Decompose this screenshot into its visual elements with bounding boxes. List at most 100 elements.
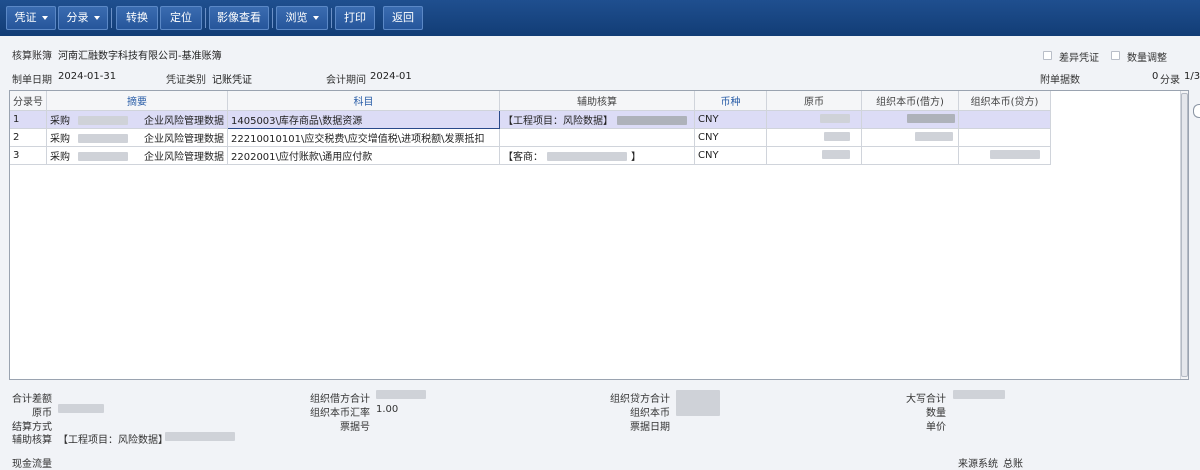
cell-entry-no: 3 [10,146,47,165]
diff-voucher-checkbox[interactable] [1043,51,1052,60]
entry-label: 分录 [66,11,89,24]
voucher-label: 凭证 [14,11,37,24]
toolbar-divider [331,8,332,28]
cell-credit[interactable] [958,146,1051,165]
scrollbar-thumb[interactable] [1181,93,1188,377]
col-header-currency[interactable]: 币种 [694,91,767,111]
cell-credit[interactable] [958,110,1051,129]
redacted-text [617,116,687,125]
cell-subject[interactable]: 22210010101\应交税费\应交增值税\进项税额\发票抵扣 [227,128,500,147]
table-row[interactable]: 1 采购 企业风险管理数据 1405003\库存商品\数据资源 【工程项目：风险数… [10,109,1051,129]
date-value: 2024-01-31 [58,71,117,82]
table-row[interactable]: 2 采购 企业风险管理数据 22210010101\应交税费\应交增值税\进项税额… [10,128,1051,147]
unit-price-label: 单价 [926,422,946,433]
back-button[interactable]: 返回 [383,6,423,30]
toolbar: 凭证 分录 转换 定位 影像查看 浏览 打印 返回 [0,0,1200,36]
chevron-down-icon [93,16,100,20]
entry-count-label: 分录 [1160,75,1180,86]
diff-voucher-label: 差异凭证 [1059,53,1099,64]
aux-text: 【工程项目：风险数据】 [503,115,613,127]
col-header-debit[interactable]: 组织本币(借方) [861,91,959,111]
cell-credit[interactable] [958,128,1051,147]
attachments-label: 附单据数 [1040,75,1080,86]
qty-adjust-label: 数量调整 [1127,53,1167,64]
convert-button[interactable]: 转换 [116,6,158,30]
entry-count-value: 0 [1152,71,1159,82]
cell-original[interactable] [766,128,862,147]
col-header-original[interactable]: 原币 [766,91,862,111]
rate-label: 组织本币汇率 [310,408,370,419]
vertical-scrollbar[interactable] [1180,91,1188,379]
cell-summary[interactable]: 采购 企业风险管理数据 [46,146,228,165]
quantity-label: 数量 [926,408,946,419]
cell-subject[interactable]: 1405003\库存商品\数据资源 [227,109,500,129]
cell-debit[interactable] [861,146,959,165]
toolbar-divider [111,8,112,28]
toolbar-divider [272,8,273,28]
summary-prefix: 采购 [50,151,70,163]
summary-suffix: 企业风险管理数据 [144,115,224,127]
cell-entry-no: 1 [10,110,47,129]
col-header-subject[interactable]: 科目 [227,91,500,111]
cell-original[interactable] [766,110,862,129]
redacted-value [824,132,850,141]
cell-entry-no: 2 [10,128,47,147]
cell-debit[interactable] [861,128,959,147]
col-header-entry-no[interactable]: 分录号 [10,91,47,111]
redacted-value [822,150,850,159]
aux-prefix: 【客商： [503,151,543,163]
ledger-label: 核算账簿 [12,51,52,62]
col-header-credit[interactable]: 组织本币(贷方) [958,91,1051,111]
side-collapse-handle[interactable] [1193,104,1200,118]
entry-menu-button[interactable]: 分录 [58,6,108,30]
locate-button[interactable]: 定位 [160,6,202,30]
cell-aux[interactable]: 【工程项目：风险数据】 [499,110,695,129]
voucher-menu-button[interactable]: 凭证 [6,6,56,30]
rate-value: 1.00 [376,404,399,415]
voucher-type-value: 记账凭证 [212,75,252,86]
redacted-value [376,390,426,399]
col-header-aux[interactable]: 辅助核算 [499,91,695,111]
cell-aux[interactable]: 【客商： 】 [499,146,695,165]
table-row[interactable]: 3 采购 企业风险管理数据 2202001\应付账款\通用应付款 【客商： 】 CN… [10,146,1051,165]
redacted-value [676,390,720,416]
period-label: 会计期间 [326,75,366,86]
org-currency-label: 组织本币 [630,408,670,419]
cell-summary[interactable]: 采购 企业风险管理数据 [46,128,228,147]
browse-menu-button[interactable]: 浏览 [276,6,328,30]
bill-no-label: 票据号 [340,422,370,433]
redacted-value [953,390,1005,399]
cell-currency[interactable]: CNY [694,110,767,129]
summary-prefix: 采购 [50,133,70,145]
chevron-down-icon [41,16,48,20]
cell-currency[interactable]: CNY [694,146,767,165]
redacted-text [78,134,128,143]
bill-date-label: 票据日期 [630,422,670,433]
table-header-row: 分录号 摘要 科目 辅助核算 币种 原币 组织本币(借方) 组织本币(贷方) [10,91,1051,111]
uppercase-total-label: 大写合计 [906,394,946,405]
redacted-value [990,150,1040,159]
aux-value: 【工程项目：风险数据】 [58,435,168,446]
entry-grid: 分录号 摘要 科目 辅助核算 币种 原币 组织本币(借方) 组织本币(贷方) 1… [9,90,1189,380]
redacted-value [58,404,104,413]
print-button[interactable]: 打印 [335,6,375,30]
entry-page-indicator: 1/3 [1184,71,1200,82]
cell-currency[interactable]: CNY [694,128,767,147]
redacted-text [547,152,627,161]
source-system-label: 来源系统 [958,459,998,470]
image-view-button[interactable]: 影像查看 [209,6,269,30]
cell-summary[interactable]: 采购 企业风险管理数据 [46,110,228,129]
cell-aux[interactable] [499,128,695,147]
summary-suffix: 企业风险管理数据 [144,151,224,163]
cell-debit[interactable] [861,110,959,129]
qty-adjust-checkbox[interactable] [1111,51,1120,60]
total-diff-label: 合计差额 [12,394,52,405]
cell-original[interactable] [766,146,862,165]
ledger-value: 河南汇融数字科技有限公司-基准账簿 [58,51,222,62]
cash-flow-label: 现金流量 [12,459,52,470]
cell-subject[interactable]: 2202001\应付账款\通用应付款 [227,146,500,165]
source-system-value: 总账 [1003,459,1023,470]
orig-currency-label: 原币 [32,408,52,419]
date-label: 制单日期 [12,75,52,86]
col-header-summary[interactable]: 摘要 [46,91,228,111]
